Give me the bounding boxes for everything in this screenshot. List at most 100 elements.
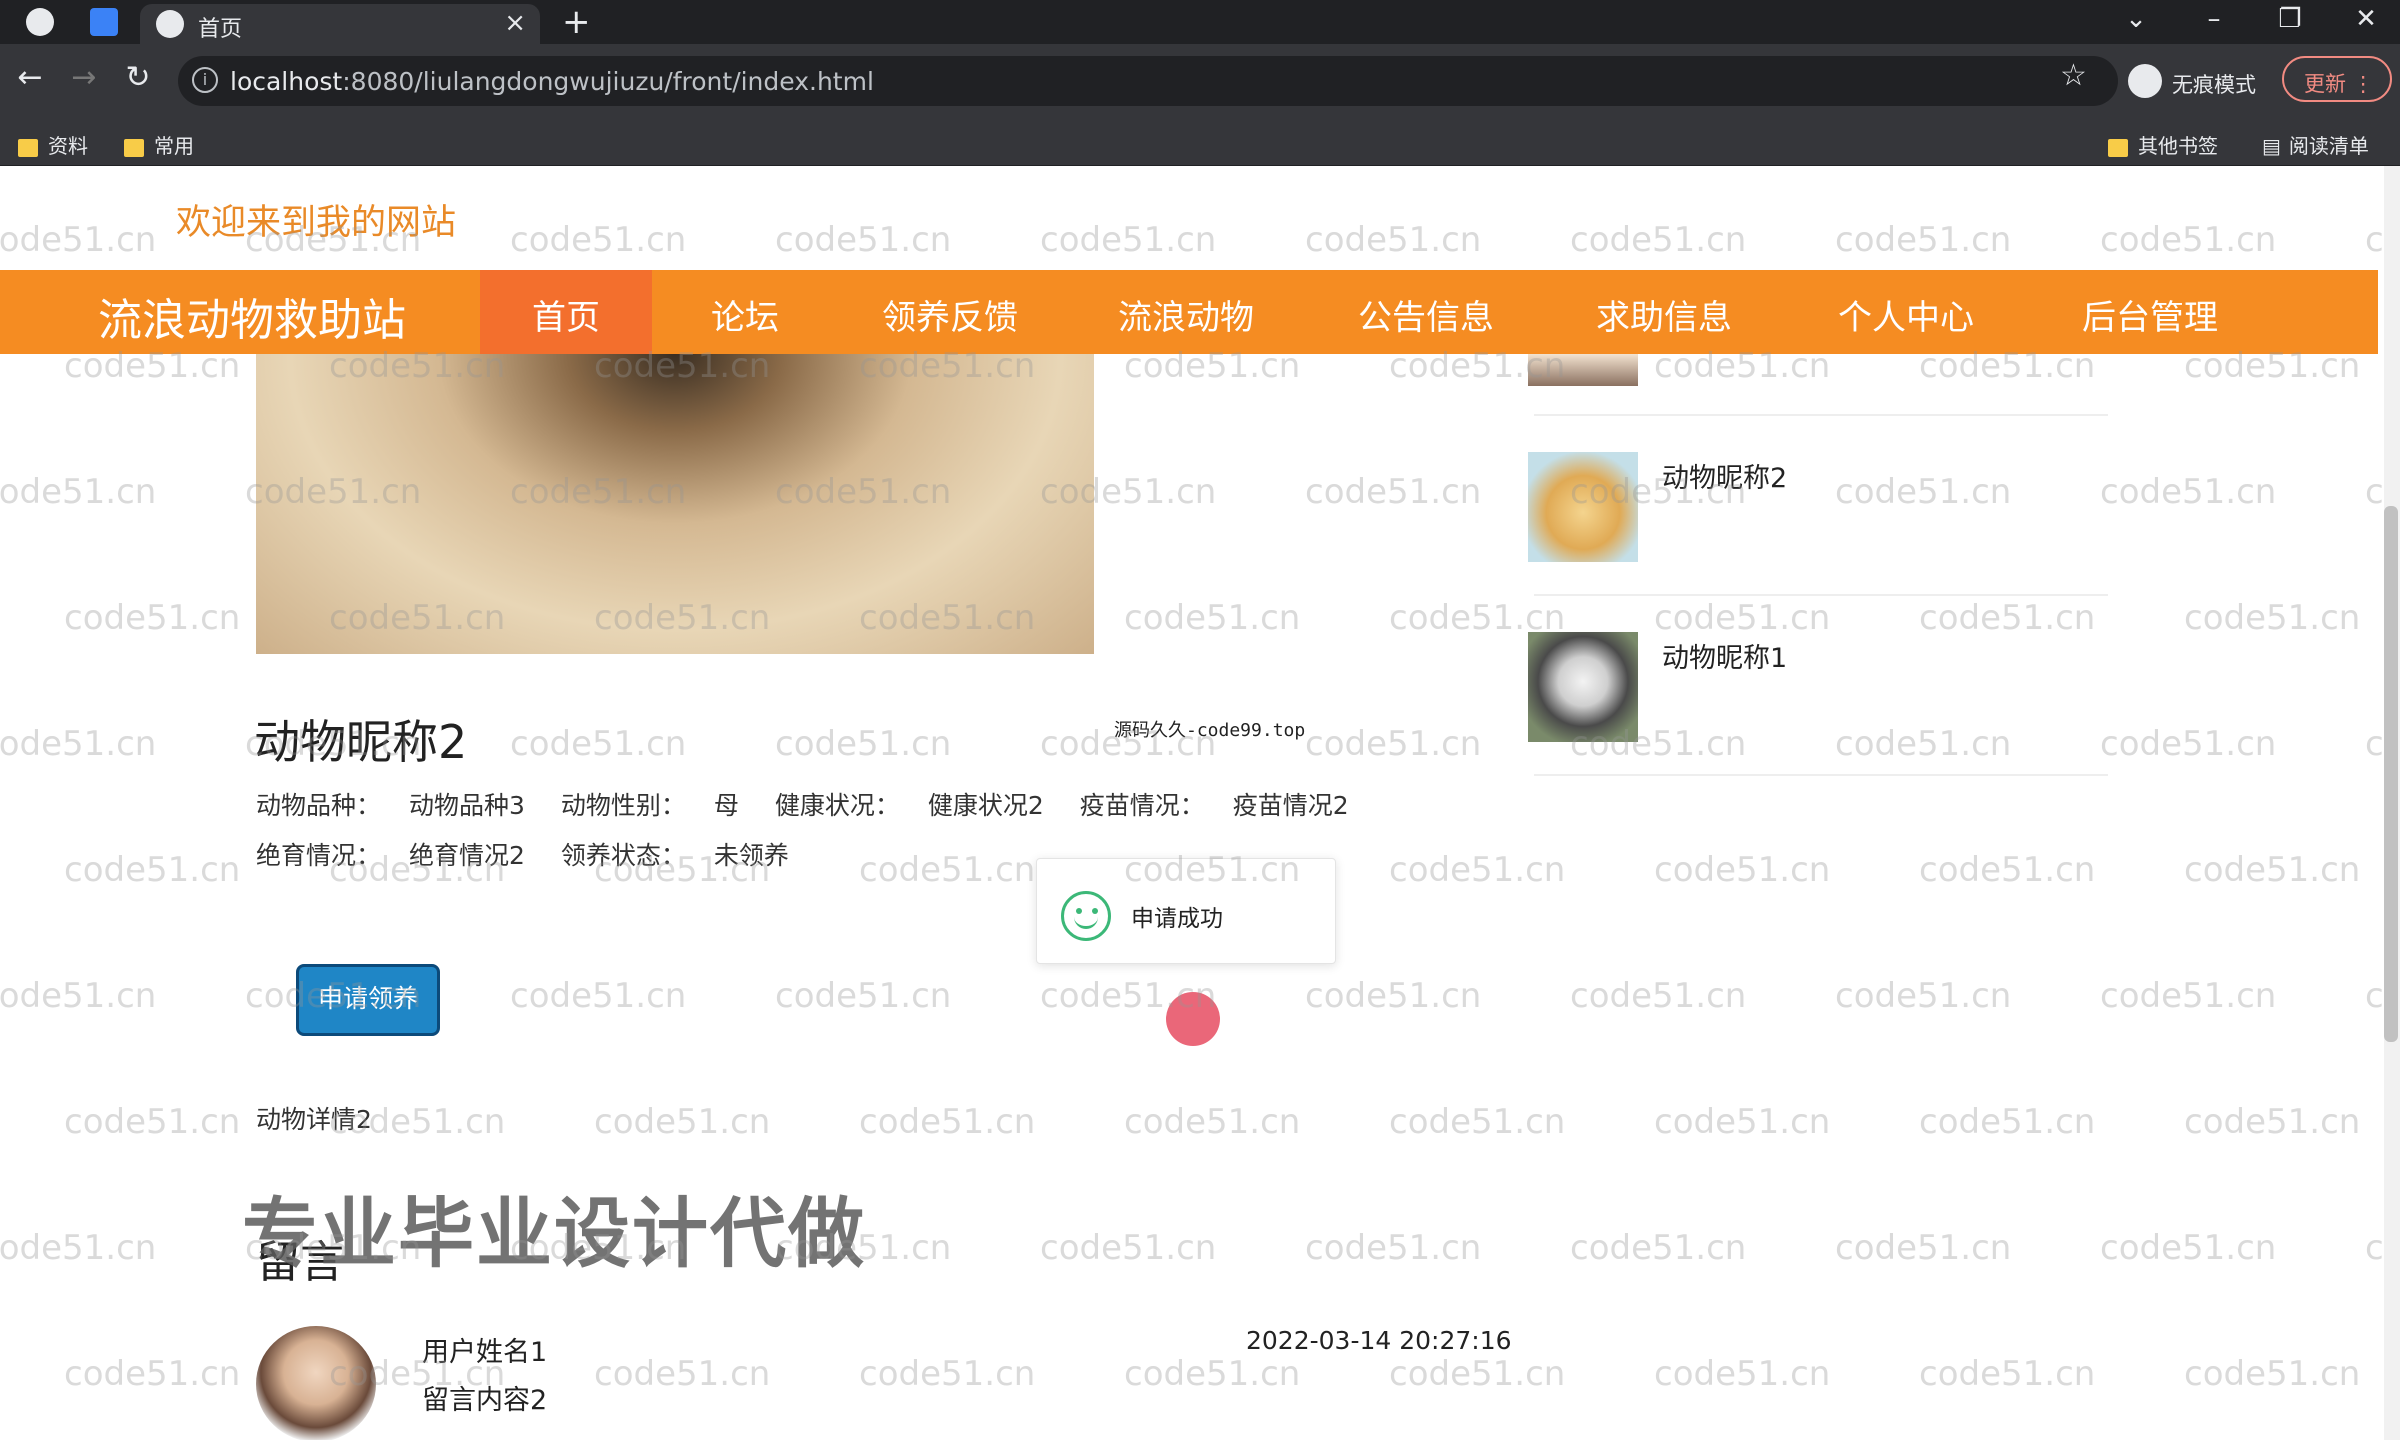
watermark-text: code51.cn xyxy=(1570,1228,1747,1268)
sidebar-item-label[interactable]: 动物昵称2 xyxy=(1662,456,1787,495)
watermark-text: code51.cn xyxy=(1040,1228,1217,1268)
watermark-text: code51.cn xyxy=(1835,220,2012,260)
new-tab-icon[interactable]: + xyxy=(562,2,591,42)
watermark-text: code51.cn xyxy=(0,220,157,260)
bookmark-bar: 资料 常用 其他书签 ▤ 阅读清单 xyxy=(0,118,2400,166)
nav-admin[interactable]: 后台管理 xyxy=(2070,270,2230,354)
avatar xyxy=(256,1326,376,1440)
watermark-text: code51.cn xyxy=(1654,850,1831,890)
divider xyxy=(1534,774,2108,776)
success-toast: 申请成功 xyxy=(1036,858,1336,964)
minimize-icon[interactable]: – xyxy=(2194,4,2234,34)
animal-detail: 动物详情2 xyxy=(256,1105,372,1134)
sidebar-thumb-partial[interactable] xyxy=(1528,354,1638,386)
divider xyxy=(1534,594,2108,596)
nav-home[interactable]: 首页 xyxy=(480,270,652,354)
folder-icon xyxy=(18,138,38,157)
watermark-text: code51.cn xyxy=(1835,472,2012,512)
update-button[interactable]: 更新 ⋮ xyxy=(2282,56,2392,102)
watermark-text: code51.cn xyxy=(594,1102,771,1142)
watermark-text: code51.cn xyxy=(859,1354,1036,1394)
globe-icon xyxy=(156,10,184,38)
animal-breed: 动物品种3 xyxy=(409,791,525,820)
reading-list[interactable]: ▤ 阅读清单 xyxy=(2262,130,2369,159)
page-scrollbar[interactable] xyxy=(2384,166,2400,1440)
reload-icon[interactable]: ↻ xyxy=(118,60,158,95)
forward-icon[interactable]: → xyxy=(64,60,104,95)
nav-forum[interactable]: 论坛 xyxy=(690,270,800,354)
incognito-icon xyxy=(2128,64,2162,98)
folder-icon xyxy=(124,138,144,157)
watermark-text: code51.cn xyxy=(64,850,241,890)
animal-photo xyxy=(256,354,1094,654)
watermark-text: code51.cn xyxy=(2100,1228,2277,1268)
animal-health: 健康状况2 xyxy=(927,791,1044,820)
welcome-text: 欢迎来到我的网站 xyxy=(176,203,457,243)
comment-content: 留言内容2 xyxy=(422,1385,548,1416)
watermark-text: code51.cn xyxy=(1919,1354,2096,1394)
site-brand: 流浪动物救助站 xyxy=(98,295,406,346)
incognito-badge[interactable]: 无痕模式 xyxy=(2128,56,2268,106)
apply-adoption-button[interactable]: 申请领养 xyxy=(296,964,440,1036)
animal-meta-row-1: 动物品种： 动物品种3 动物性别：母 健康状况： 健康状况2 疫苗情况： 疫苗情况2 xyxy=(256,791,1349,820)
watermark-text: code51.cn xyxy=(1040,220,1217,260)
watermark-text: code51.cn xyxy=(2184,1102,2361,1142)
watermark-text: code51.cn xyxy=(2365,220,2384,260)
watermark-text: code51.cn xyxy=(1835,1228,2012,1268)
window-close-icon[interactable]: ✕ xyxy=(2346,4,2386,34)
watermark-text: code51.cn xyxy=(1124,1354,1301,1394)
sidebar-thumb-puppy[interactable] xyxy=(1528,452,1638,562)
watermark-text: code51.cn xyxy=(1654,1354,1831,1394)
close-icon[interactable]: × xyxy=(504,8,526,38)
watermark-text: code51.cn xyxy=(510,976,687,1016)
watermark-text: code51.cn xyxy=(64,598,241,638)
watermark-text: code51.cn xyxy=(2365,724,2384,764)
watermark-text: code51.cn xyxy=(1570,976,1747,1016)
click-indicator xyxy=(1166,992,1220,1046)
nav-announcements[interactable]: 公告信息 xyxy=(1346,270,1506,354)
watermark-text: code51.cn xyxy=(2184,1354,2361,1394)
other-bookmarks[interactable]: 其他书签 xyxy=(2108,130,2218,159)
bookmark-item[interactable]: 常用 xyxy=(124,130,194,159)
watermark-text: code51.cn xyxy=(510,724,687,764)
watermark-text: code51.cn xyxy=(1389,1102,1566,1142)
tab-home[interactable]: 首页 × xyxy=(140,4,540,44)
watermark-text: code51.cn xyxy=(2100,220,2277,260)
animal-gender: 母 xyxy=(713,791,739,820)
watermark-text: code51.cn xyxy=(1389,1354,1566,1394)
main-nav: 流浪动物救助站 首页 论坛 领养反馈 流浪动物 公告信息 求助信息 个人中心 后… xyxy=(0,270,2378,354)
star-icon[interactable]: ☆ xyxy=(2060,58,2087,93)
nav-stray-animals[interactable]: 流浪动物 xyxy=(1106,270,1266,354)
back-icon[interactable]: ← xyxy=(10,60,50,95)
watermark-text: code51.cn xyxy=(1305,220,1482,260)
info-icon[interactable]: i xyxy=(192,67,218,93)
scrollbar-thumb[interactable] xyxy=(2384,506,2398,1042)
watermark-text: code51.cn xyxy=(1654,598,1831,638)
nav-help-requests[interactable]: 求助信息 xyxy=(1584,270,1744,354)
sidebar-item-label[interactable]: 动物昵称1 xyxy=(1662,636,1787,675)
watermark-text: code51.cn xyxy=(2100,724,2277,764)
watermark-text: code51.cn xyxy=(859,850,1036,890)
watermark-text: code51.cn xyxy=(1919,598,2096,638)
animal-adopt-status: 未领养 xyxy=(713,841,789,870)
watermark-text: code51.cn xyxy=(1305,976,1482,1016)
watermark-text: code51.cn xyxy=(2100,976,2277,1016)
nav-user-center[interactable]: 个人中心 xyxy=(1826,270,1986,354)
browser-icon[interactable] xyxy=(26,8,54,36)
watermark-text: code51.cn xyxy=(1389,850,1566,890)
watermark-text: code51.cn xyxy=(0,472,157,512)
animal-name: 动物昵称2 xyxy=(254,715,468,769)
address-input[interactable]: i localhost:8080/liulangdongwujiuzu/fron… xyxy=(178,56,2118,106)
web-page: 欢迎来到我的网站 流浪动物救助站 首页 论坛 领养反馈 流浪动物 公告信息 求助… xyxy=(0,166,2384,1440)
extension-icon[interactable] xyxy=(90,8,118,36)
watermark-text: code51.cn xyxy=(2365,472,2384,512)
nav-adopt-feedback[interactable]: 领养反馈 xyxy=(870,270,1030,354)
bookmark-item[interactable]: 资料 xyxy=(18,130,88,159)
watermark-text: code51.cn xyxy=(1305,1228,1482,1268)
address-toolbar: ← → ↻ i localhost:8080/liulangdongwujiuz… xyxy=(0,44,2400,118)
watermark-text: code51.cn xyxy=(2184,850,2361,890)
chevron-down-icon[interactable]: ⌄ xyxy=(2116,4,2156,34)
restore-icon[interactable]: ❐ xyxy=(2270,4,2310,34)
sidebar-thumb-cat[interactable] xyxy=(1528,632,1638,742)
watermark-text: code51.cn xyxy=(1305,472,1482,512)
